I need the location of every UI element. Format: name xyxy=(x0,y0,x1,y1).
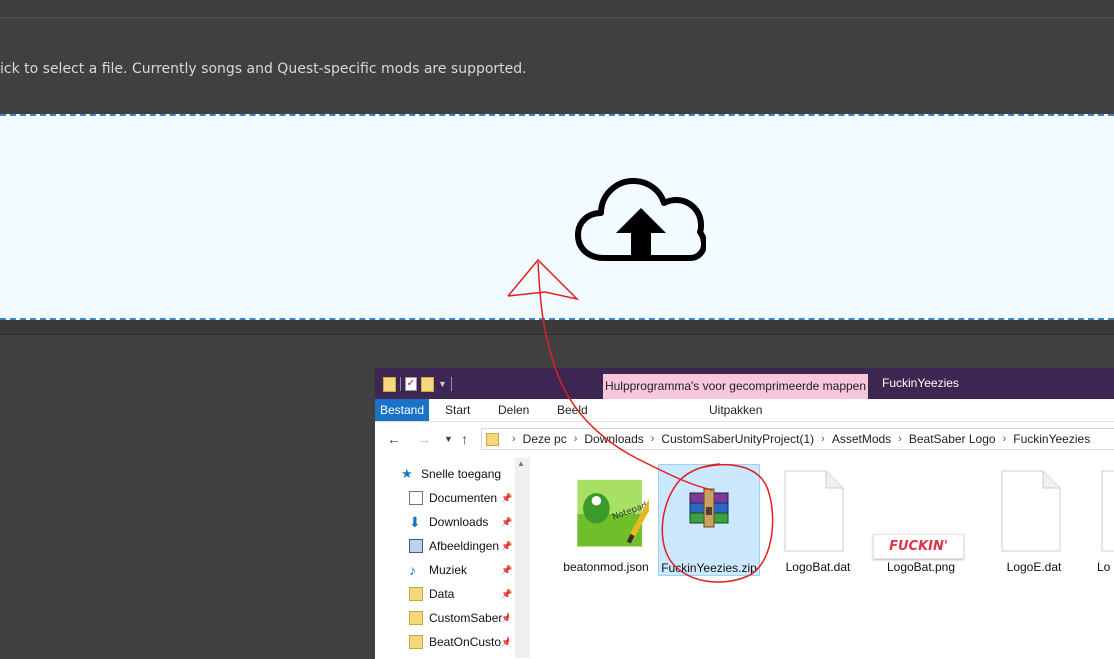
nav-item-data[interactable]: Data 📌 xyxy=(409,584,512,604)
file-item-selected[interactable]: FuckinYeezies.zip xyxy=(658,464,760,576)
nav-item-label: Muziek xyxy=(429,563,468,577)
pin-icon[interactable]: 📌 xyxy=(501,541,512,552)
image-thumbnail: FUCKIN' xyxy=(873,534,964,559)
breadcrumb-item[interactable]: FuckinYeezies xyxy=(1013,432,1090,446)
nav-item-label: Data xyxy=(429,587,455,601)
window-title: FuckinYeezies xyxy=(882,376,959,390)
breadcrumb-chevron-icon[interactable]: › xyxy=(1003,433,1007,445)
upload-instructions: ick to select a file. Currently songs an… xyxy=(0,61,527,77)
contextual-tab-compressed-tools[interactable]: Hulpprogramma's voor gecomprimeerde mapp… xyxy=(603,374,868,399)
tab-uitpakken[interactable]: Uitpakken xyxy=(709,399,762,421)
breadcrumb-chevron-icon[interactable]: › xyxy=(651,433,655,445)
nav-item-documenten[interactable]: Documenten 📌 xyxy=(409,488,512,508)
nav-item-downloads[interactable]: ⬇ Downloads 📌 xyxy=(409,512,512,532)
chevron-down-icon[interactable]: ▼ xyxy=(438,379,447,389)
address-bar[interactable]: › Deze pc › Downloads › CustomSaberUnity… xyxy=(481,428,1114,450)
file-name: LogoBat.png xyxy=(886,560,956,574)
address-bar-row: ← → ▼ ↑ › Deze pc › Downloads › CustomSa… xyxy=(375,425,1114,455)
file-item[interactable]: Notepad++ beatonmod.json xyxy=(555,462,657,574)
tab-delen[interactable]: Delen xyxy=(498,399,529,421)
pin-icon[interactable]: 📌 xyxy=(501,589,512,600)
nav-scrollbar[interactable]: ▲ xyxy=(515,458,529,658)
blank-file-icon xyxy=(784,470,844,552)
ribbon-tabs: Bestand Start Delen Beeld Uitpakken xyxy=(375,399,1114,422)
pin-icon[interactable]: 📌 xyxy=(501,637,509,648)
navigation-pane: ★ Snelle toegang Documenten 📌 ⬇ Download… xyxy=(375,456,530,659)
nav-item-quick-access[interactable]: ★ Snelle toegang xyxy=(401,464,501,484)
toolbar-divider xyxy=(400,377,401,391)
tab-bestand[interactable]: Bestand xyxy=(375,399,429,421)
nav-item-label: BeatOnCusto xyxy=(429,635,502,649)
breadcrumb-chevron-icon[interactable]: › xyxy=(898,433,902,445)
file-list: Notepad++ beatonmod.json FuckinYeezies.z… xyxy=(530,456,1114,659)
breadcrumb-item[interactable]: Downloads xyxy=(584,432,643,446)
pin-icon[interactable]: 📌 xyxy=(501,517,512,528)
folder-icon xyxy=(409,611,423,625)
back-arrow-icon[interactable]: ← xyxy=(387,431,401,447)
file-name: beatonmod.json xyxy=(563,560,649,574)
blank-file-icon xyxy=(1001,470,1061,552)
breadcrumb-item[interactable]: Deze pc xyxy=(523,432,567,446)
pin-icon[interactable]: 📌 xyxy=(501,613,509,624)
nav-item-label: Snelle toegang xyxy=(421,467,502,481)
document-icon xyxy=(409,491,423,505)
breadcrumb-item[interactable]: AssetMods xyxy=(832,432,891,446)
cloud-upload-icon xyxy=(575,178,706,261)
blank-file-icon xyxy=(1101,470,1114,552)
tab-start[interactable]: Start xyxy=(445,399,470,421)
page: ick to select a file. Currently songs an… xyxy=(0,0,1114,659)
star-icon: ★ xyxy=(401,466,413,481)
download-icon: ⬇ xyxy=(409,514,421,530)
pin-icon[interactable]: 📌 xyxy=(501,565,512,576)
breadcrumb-chevron-icon[interactable]: › xyxy=(574,433,578,445)
pin-icon[interactable]: 📌 xyxy=(501,493,512,504)
recent-locations-chevron-icon[interactable]: ▼ xyxy=(444,434,453,444)
nav-item-afbeeldingen[interactable]: Afbeeldingen 📌 xyxy=(409,536,512,556)
file-drop-zone[interactable] xyxy=(0,114,1114,320)
folder-icon xyxy=(409,635,423,649)
breadcrumb-chevron-icon[interactable]: › xyxy=(512,433,516,445)
new-folder-icon[interactable] xyxy=(421,376,434,392)
music-icon: ♪ xyxy=(409,562,416,578)
file-name: LogoBat.dat xyxy=(785,560,851,574)
picture-icon xyxy=(409,539,423,553)
top-bar xyxy=(0,0,1114,18)
properties-icon[interactable]: ✓ xyxy=(405,377,417,391)
file-name: Lo xyxy=(1097,560,1111,574)
explorer-title-bar: ✓ ▼ Hulpprogramma's voor gecomprimeerde … xyxy=(375,368,1114,399)
nav-item-beatoncusto[interactable]: BeatOnCusto 📌 xyxy=(409,632,509,652)
file-item[interactable]: LogoE.dat xyxy=(983,462,1085,574)
winrar-archive-icon xyxy=(689,488,729,528)
quick-access-toolbar: ✓ ▼ xyxy=(383,375,452,393)
breadcrumb-item[interactable]: CustomSaberUnityProject(1) xyxy=(661,432,814,446)
toolbar-divider xyxy=(450,377,452,391)
file-item[interactable]: Lo xyxy=(1092,462,1114,574)
up-arrow-icon[interactable]: ↑ xyxy=(461,431,468,447)
drop-zone-footer xyxy=(0,320,1114,335)
folder-icon[interactable] xyxy=(383,376,396,392)
folder-icon xyxy=(409,587,423,601)
notepad-plus-plus-icon: Notepad++ xyxy=(577,479,649,547)
nav-item-customsaber[interactable]: CustomSaber 📌 xyxy=(409,608,509,628)
file-item[interactable]: FUCKIN' LogoBat.png xyxy=(870,462,972,574)
nav-item-muziek[interactable]: ♪ Muziek 📌 xyxy=(409,560,512,580)
folder-icon xyxy=(486,432,499,446)
tab-beeld[interactable]: Beeld xyxy=(557,399,588,421)
nav-item-label: Downloads xyxy=(429,515,489,529)
file-item[interactable]: LogoBat.dat xyxy=(767,462,869,574)
nav-item-label: Documenten xyxy=(429,491,498,505)
file-name: LogoE.dat xyxy=(1006,560,1062,574)
nav-item-label: Afbeeldingen xyxy=(429,539,500,553)
nav-item-label: CustomSaber xyxy=(429,611,503,625)
breadcrumb-chevron-icon[interactable]: › xyxy=(821,433,825,445)
breadcrumb-item[interactable]: BeatSaber Logo xyxy=(909,432,996,446)
file-name: FuckinYeezies.zip xyxy=(661,561,757,575)
file-explorer-window: ✓ ▼ Hulpprogramma's voor gecomprimeerde … xyxy=(375,368,1114,659)
scroll-up-arrow-icon[interactable]: ▲ xyxy=(517,459,525,468)
forward-arrow-icon[interactable]: → xyxy=(417,431,431,447)
